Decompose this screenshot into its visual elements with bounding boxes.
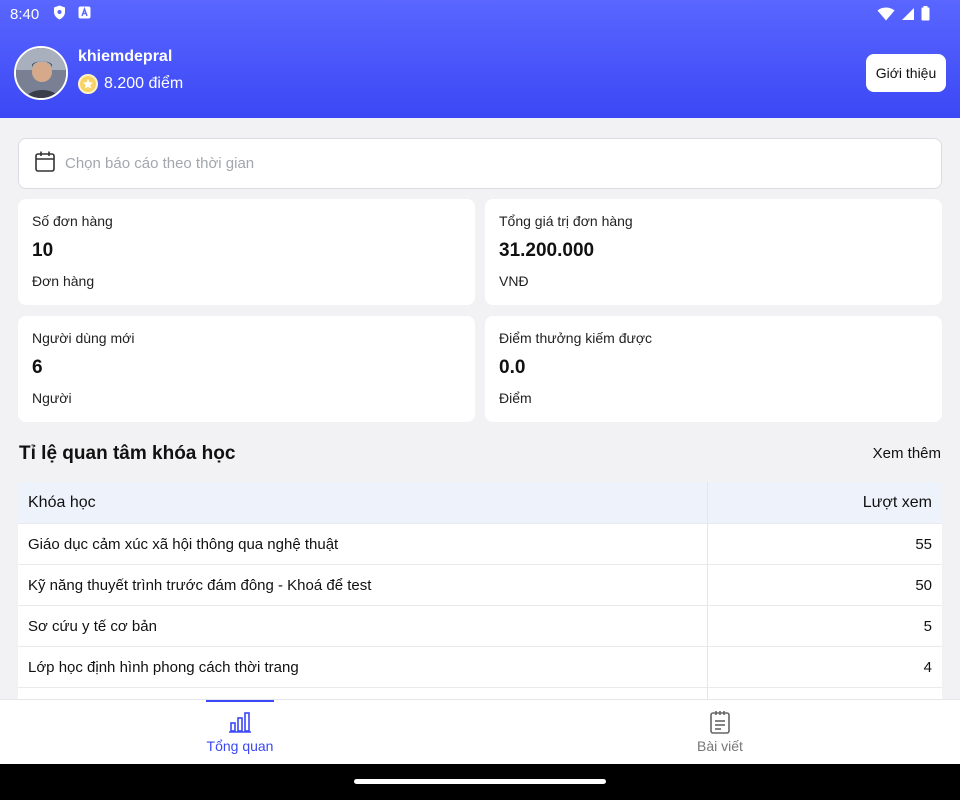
bottom-nav: Tổng quan Bài viết [0,699,960,764]
points-value: 8.200 điểm [104,75,184,92]
course-table: Khóa học Lượt xem Giáo dục cảm xúc xã hộ… [18,482,942,728]
table-row[interactable]: Kỹ năng thuyết trình trước đám đông - Kh… [18,564,942,605]
table-row[interactable]: Giáo dục cảm xúc xã hội thông qua nghệ t… [18,523,942,564]
app-header: khiemdepral 8.200 điểm Giới thiệu [0,28,960,118]
stat-unit: Điểm [499,390,532,406]
battery-icon [921,6,930,25]
stat-label: Người dùng mới [32,330,135,346]
wifi-icon [877,7,895,25]
app-notification-icon [78,6,91,23]
date-filter[interactable] [18,138,942,189]
stat-label: Số đơn hàng [32,213,113,229]
nav-item-posts[interactable]: Bài viết [660,700,780,765]
status-bar: 8:40 [0,0,960,28]
table-row[interactable]: Lớp học định hình phong cách thời trang … [18,646,942,687]
date-filter-input[interactable] [65,155,865,172]
stat-label: Điểm thưởng kiếm được [499,330,653,346]
nav-label: Tổng quan [206,738,274,754]
stat-card-reward-points: Điểm thưởng kiếm được 0.0 Điểm [485,316,942,422]
stat-unit: Đơn hàng [32,273,95,289]
nav-label: Bài viết [697,738,743,754]
active-indicator [206,700,274,702]
stat-card-orders: Số đơn hàng 10 Đơn hàng [18,199,475,305]
username: khiemdepral [78,48,173,65]
points-display: 8.200 điểm [78,74,183,94]
see-more-link[interactable]: Xem thêm [873,445,941,462]
table-row[interactable]: Sơ cứu y tế cơ bản 5 [18,605,942,646]
column-header-course: Khóa học [18,482,708,523]
table-header: Khóa học Lượt xem [18,482,942,523]
course-views: 4 [923,658,932,676]
stat-value: 31.200.000 [499,240,595,261]
bar-chart-icon [228,710,252,734]
course-name: Lớp học định hình phong cách thời trang [18,647,708,687]
coin-icon [78,74,98,94]
section-title: Tỉ lệ quan tâm khóa học [19,443,236,464]
stat-label: Tổng giá trị đơn hàng [499,213,633,229]
avatar[interactable] [14,46,68,100]
column-header-views: Lượt xem [862,493,932,511]
stat-value: 10 [32,240,54,261]
calendar-icon [35,151,55,177]
stat-card-order-value: Tổng giá trị đơn hàng 31.200.000 VNĐ [485,199,942,305]
course-views: 5 [923,617,932,635]
status-time: 8:40 [10,5,40,23]
course-name: Giáo dục cảm xúc xã hội thông qua nghệ t… [18,524,708,564]
stat-value: 0.0 [499,357,526,378]
stat-unit: Người [32,390,72,406]
system-navigation-bar [0,764,960,800]
course-name: Sơ cứu y tế cơ bản [18,606,708,646]
course-views: 50 [915,576,932,594]
intro-button[interactable]: Giới thiệu [866,54,946,92]
notepad-icon [709,710,731,734]
nav-item-overview[interactable]: Tổng quan [180,700,300,765]
stat-value: 6 [32,357,43,378]
stat-card-new-users: Người dùng mới 6 Người [18,316,475,422]
home-gesture-handle[interactable] [354,779,606,784]
signal-icon [901,7,915,25]
course-views: 55 [915,535,932,553]
course-name: Kỹ năng thuyết trình trước đám đông - Kh… [18,565,708,605]
stat-unit: VNĐ [499,273,529,289]
shield-icon [53,5,66,24]
